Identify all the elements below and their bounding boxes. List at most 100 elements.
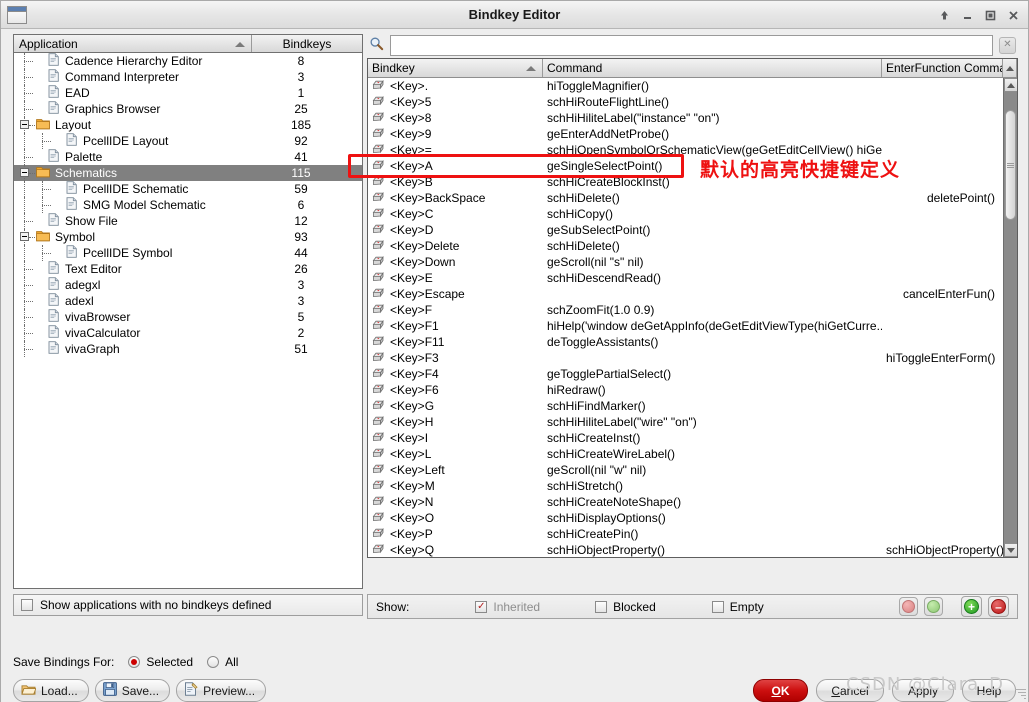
bindkey-cell: <Key>BackSpace bbox=[368, 191, 543, 206]
table-row[interactable]: <Key>HschHiHiliteLabel("wire" "on") bbox=[368, 414, 1003, 430]
close-button[interactable] bbox=[1002, 4, 1024, 26]
block-bindkey-button[interactable] bbox=[899, 597, 918, 616]
show-blocked-checkbox-item[interactable]: Blocked bbox=[595, 600, 656, 614]
tree-expander-collapse-icon[interactable] bbox=[20, 168, 29, 177]
show-inherited-checkbox[interactable]: ✓ bbox=[475, 601, 487, 613]
tree-item-command-interpreter[interactable]: Command Interpreter3 bbox=[14, 69, 362, 85]
add-bindkey-button[interactable]: + bbox=[961, 596, 982, 617]
show-inherited-checkbox-item[interactable]: ✓ Inherited bbox=[475, 600, 540, 614]
tree-item-adexl[interactable]: adexl3 bbox=[14, 293, 362, 309]
tree-item-pcellide-layout[interactable]: PcellIDE Layout92 bbox=[14, 133, 362, 149]
table-row[interactable]: <Key>LschHiCreateWireLabel() bbox=[368, 446, 1003, 462]
tree-item-symbol[interactable]: Symbol93 bbox=[14, 229, 362, 245]
save-bindings-selected-option[interactable]: Selected bbox=[128, 655, 193, 669]
scroll-corner bbox=[1003, 59, 1017, 77]
show-no-bindkeys-row[interactable]: Show applications with no bindkeys defin… bbox=[13, 594, 363, 616]
table-vertical-scrollbar[interactable] bbox=[1003, 78, 1017, 557]
search-input[interactable] bbox=[390, 35, 993, 56]
table-row[interactable]: <Key>F4geTogglePartialSelect() bbox=[368, 366, 1003, 382]
bindkey-label: <Key>G bbox=[390, 399, 434, 413]
table-row[interactable]: <Key>DeleteschHiDelete() bbox=[368, 238, 1003, 254]
tree-item-smg-model-schematic[interactable]: SMG Model Schematic6 bbox=[14, 197, 362, 213]
radio-all[interactable] bbox=[207, 656, 219, 668]
table-row[interactable]: <Key>5schHiRouteFlightLine() bbox=[368, 94, 1003, 110]
tree-item-schematics[interactable]: Schematics115 bbox=[14, 165, 362, 181]
bindkey-table-rows[interactable]: <Key>.hiToggleMagnifier()<Key>5schHiRout… bbox=[368, 78, 1003, 557]
tree-item-adegxl[interactable]: adegxl3 bbox=[14, 277, 362, 293]
table-row[interactable]: <Key>MschHiStretch() bbox=[368, 478, 1003, 494]
title-bar[interactable]: Bindkey Editor bbox=[1, 1, 1028, 29]
save-button[interactable]: Save... bbox=[95, 679, 170, 702]
table-row[interactable]: <Key>BschHiCreateBlockInst() bbox=[368, 174, 1003, 190]
tree-item-show-file[interactable]: Show File12 bbox=[14, 213, 362, 229]
command-cell: hiRedraw() bbox=[543, 383, 882, 397]
tree-item-pcellide-schematic[interactable]: PcellIDE Schematic59 bbox=[14, 181, 362, 197]
table-row[interactable]: <Key>.hiToggleMagnifier() bbox=[368, 78, 1003, 94]
application-tree[interactable]: Cadence Hierarchy Editor8Command Interpr… bbox=[13, 53, 363, 589]
tree-item-vivagraph[interactable]: vivaGraph51 bbox=[14, 341, 362, 357]
tree-item-pcellide-symbol[interactable]: PcellIDE Symbol44 bbox=[14, 245, 362, 261]
table-row[interactable]: <Key>AgeSingleSelectPoint() bbox=[368, 158, 1003, 174]
tree-item-cadence-hierarchy-editor[interactable]: Cadence Hierarchy Editor8 bbox=[14, 53, 362, 69]
table-row[interactable]: <Key>CschHiCopy() bbox=[368, 206, 1003, 222]
remove-bindkey-button[interactable]: – bbox=[988, 596, 1009, 617]
tree-item-ead[interactable]: EAD1 bbox=[14, 85, 362, 101]
table-row[interactable]: <Key>FschZoomFit(1.0 0.9) bbox=[368, 302, 1003, 318]
shade-button[interactable] bbox=[933, 4, 955, 26]
tree-item-graphics-browser[interactable]: Graphics Browser25 bbox=[14, 101, 362, 117]
command-cell: geScroll(nil "w" nil) bbox=[543, 463, 882, 477]
column-header-application[interactable]: Application bbox=[14, 35, 252, 52]
show-blocked-checkbox[interactable] bbox=[595, 601, 607, 613]
table-row[interactable]: <Key>F11deToggleAssistants() bbox=[368, 334, 1003, 350]
table-row[interactable]: <Key>EscapecancelEnterFun() bbox=[368, 286, 1003, 302]
tree-item-vivacalculator[interactable]: vivaCalculator2 bbox=[14, 325, 362, 341]
table-row[interactable]: <Key>OschHiDisplayOptions() bbox=[368, 510, 1003, 526]
tree-expander-collapse-icon[interactable] bbox=[20, 120, 29, 129]
minimize-button[interactable] bbox=[956, 4, 978, 26]
table-row[interactable]: <Key>IschHiCreateInst() bbox=[368, 430, 1003, 446]
scroll-up-button[interactable] bbox=[1004, 78, 1018, 92]
show-empty-checkbox[interactable] bbox=[712, 601, 724, 613]
table-row[interactable]: <Key>DowngeScroll(nil "s" nil) bbox=[368, 254, 1003, 270]
table-row[interactable]: <Key>EschHiDescendRead() bbox=[368, 270, 1003, 286]
folder-icon bbox=[36, 118, 50, 133]
table-row[interactable]: <Key>8schHiHiliteLabel("instance" "on") bbox=[368, 110, 1003, 126]
tree-item-label: PcellIDE Schematic bbox=[83, 182, 250, 196]
preview-button[interactable]: Preview... bbox=[176, 679, 266, 702]
show-no-bindkeys-checkbox[interactable] bbox=[21, 599, 33, 611]
tree-expander-collapse-icon[interactable] bbox=[20, 232, 29, 241]
radio-selected[interactable] bbox=[128, 656, 140, 668]
table-row[interactable]: <Key>BackSpaceschHiDelete()deletePoint() bbox=[368, 190, 1003, 206]
file-icon bbox=[48, 293, 60, 309]
column-header-enterfunction[interactable]: EnterFunction Comma bbox=[882, 59, 1003, 77]
table-row[interactable]: <Key>LeftgeScroll(nil "w" nil) bbox=[368, 462, 1003, 478]
table-row[interactable]: <Key>GschHiFindMarker() bbox=[368, 398, 1003, 414]
tree-item-vivabrowser[interactable]: vivaBrowser5 bbox=[14, 309, 362, 325]
resize-grip[interactable] bbox=[1012, 687, 1026, 701]
table-row[interactable]: <Key>DgeSubSelectPoint() bbox=[368, 222, 1003, 238]
show-empty-checkbox-item[interactable]: Empty bbox=[712, 600, 764, 614]
tree-item-text-editor[interactable]: Text Editor26 bbox=[14, 261, 362, 277]
tree-item-palette[interactable]: Palette41 bbox=[14, 149, 362, 165]
maximize-button[interactable] bbox=[979, 4, 1001, 26]
tree-item-label: PcellIDE Layout bbox=[83, 134, 250, 148]
table-row[interactable]: <Key>9geEnterAddNetProbe() bbox=[368, 126, 1003, 142]
save-bindings-all-option[interactable]: All bbox=[207, 655, 238, 669]
load-button[interactable]: Load... bbox=[13, 679, 89, 702]
scroll-down-button[interactable] bbox=[1004, 543, 1018, 557]
scrollbar-thumb[interactable] bbox=[1005, 110, 1016, 220]
column-header-bindkey[interactable]: Bindkey bbox=[368, 59, 543, 77]
table-row[interactable]: <Key>NschHiCreateNoteShape() bbox=[368, 494, 1003, 510]
table-row[interactable]: <Key>F6hiRedraw() bbox=[368, 382, 1003, 398]
tree-item-layout[interactable]: Layout185 bbox=[14, 117, 362, 133]
table-row[interactable]: <Key>PschHiCreatePin() bbox=[368, 526, 1003, 542]
clear-search-icon[interactable]: ✕ bbox=[999, 37, 1016, 54]
ok-button[interactable]: OK bbox=[753, 679, 808, 702]
column-header-bindkeys[interactable]: Bindkeys bbox=[252, 35, 362, 52]
column-header-command[interactable]: Command bbox=[543, 59, 882, 77]
table-row[interactable]: <Key>F1hiHelp('window deGetAppInfo(deGet… bbox=[368, 318, 1003, 334]
table-row[interactable]: <Key>=schHiOpenSymbolOrSchematicView(geG… bbox=[368, 142, 1003, 158]
table-row[interactable]: <Key>F3hiToggleEnterForm() bbox=[368, 350, 1003, 366]
unblock-bindkey-button[interactable] bbox=[924, 597, 943, 616]
table-row[interactable]: <Key>QschHiObjectProperty()schHiObjectPr… bbox=[368, 542, 1003, 557]
